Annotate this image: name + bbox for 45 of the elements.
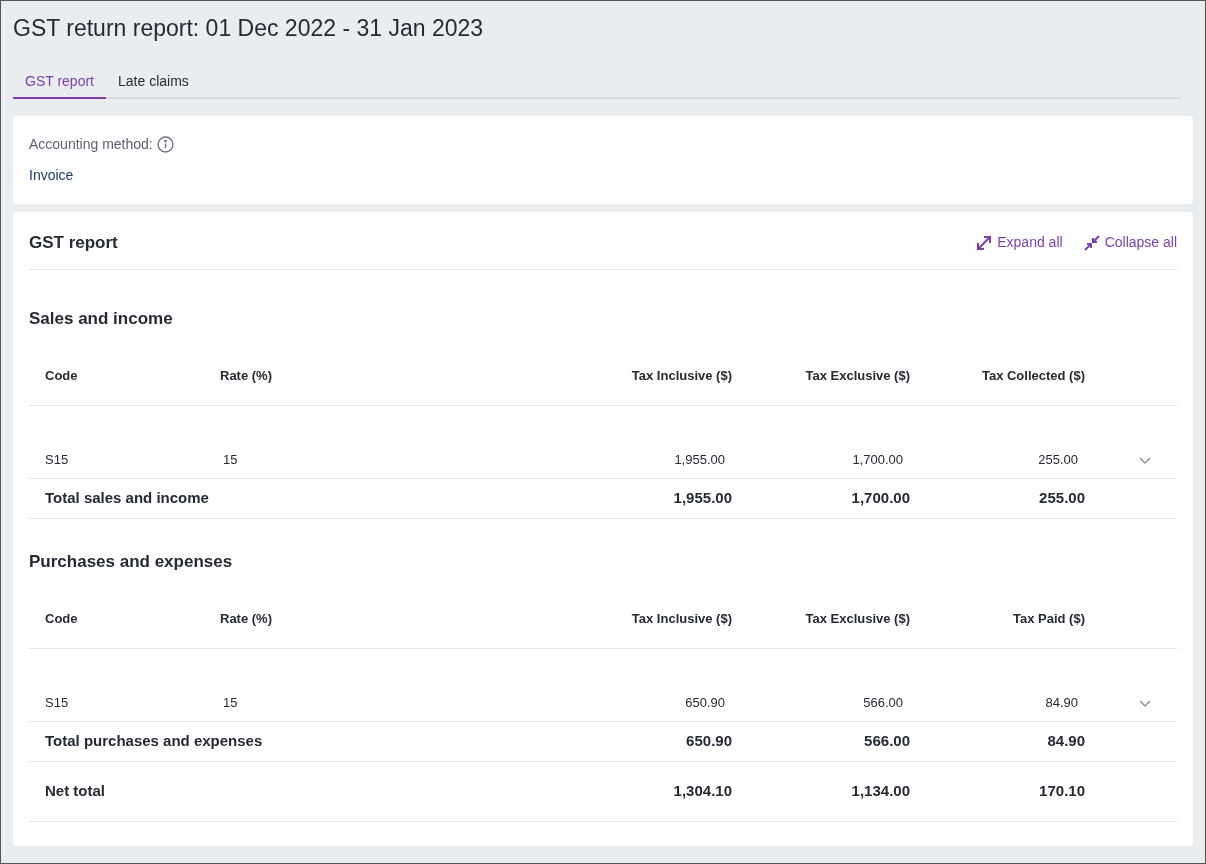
table-cell-text: S15 [44, 694, 70, 713]
column-header: Tax Collected ($) [980, 367, 1085, 386]
total-value: 84.90 [1046, 731, 1085, 752]
table-cell-text: 650.90 [684, 694, 726, 713]
collapse-all-button[interactable]: Collapse all [1082, 232, 1177, 253]
total-value: 566.00 [863, 731, 910, 752]
expand-all-button[interactable]: Expand all [975, 232, 1063, 253]
net-total-label: Net total [44, 781, 106, 802]
table-cell-text: S15 [44, 451, 70, 470]
net-total-value: 1,304.10 [672, 781, 732, 802]
expand-icon [975, 233, 994, 252]
column-header: Tax Exclusive ($) [804, 367, 910, 386]
total-label: Total sales and income [44, 488, 210, 509]
column-header: Rate (%) [220, 367, 273, 386]
net-total-value: 1,134.00 [850, 781, 910, 802]
column-header: Tax Inclusive ($) [630, 610, 732, 629]
column-header: Tax Exclusive ($) [804, 610, 910, 629]
column-header: Tax Inclusive ($) [630, 367, 732, 386]
column-header: Rate (%) [220, 610, 273, 629]
table-cell-text: 15 [222, 451, 239, 470]
column-header: Tax Paid ($) [1012, 610, 1085, 629]
tab[interactable]: Late claims [106, 65, 201, 99]
table-cell-text: 566.00 [862, 694, 904, 713]
tab[interactable]: GST report [13, 65, 106, 99]
table-cell-text: 255.00 [1037, 451, 1079, 470]
collapse-icon [1082, 233, 1101, 252]
column-header: Code [44, 610, 79, 629]
accounting-label: Accounting method: [29, 135, 153, 154]
table-cell-text: 1,955.00 [673, 451, 726, 470]
total-label: Total purchases and expenses [44, 731, 264, 752]
info-icon[interactable] [156, 136, 174, 153]
accounting-value: Invoice [29, 166, 75, 185]
column-header: Code [44, 367, 79, 386]
total-value: 255.00 [1038, 488, 1085, 509]
report-title: GST report [29, 231, 118, 254]
total-value: 650.90 [685, 731, 732, 752]
table-cell-text: 1,700.00 [851, 451, 904, 470]
section-title: Purchases and expenses [29, 551, 234, 573]
table-cell-text: 15 [222, 694, 239, 713]
net-total-value: 170.10 [1038, 781, 1085, 802]
total-value: 1,700.00 [850, 488, 910, 509]
table-cell-text: 84.90 [1044, 694, 1079, 713]
page-title: GST return report: 01 Dec 2022 - 31 Jan 2023 [13, 14, 485, 43]
total-value: 1,955.00 [672, 488, 732, 509]
section-title: Sales and income [29, 308, 174, 330]
